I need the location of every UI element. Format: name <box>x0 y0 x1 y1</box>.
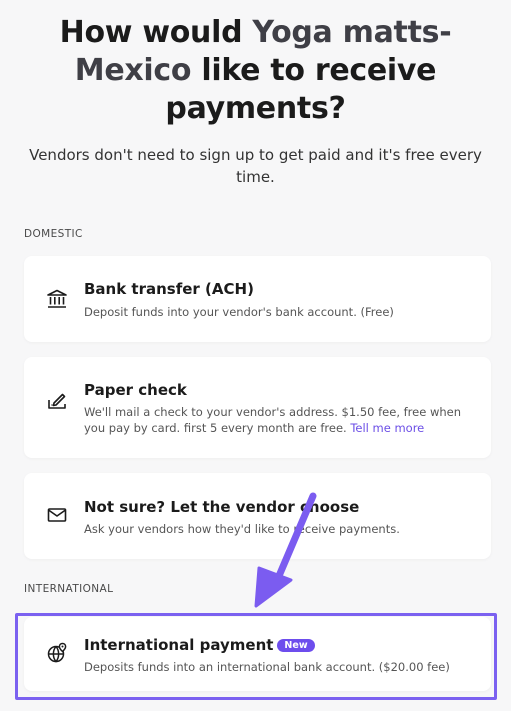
international-description: Deposits funds into an international ban… <box>84 660 450 674</box>
vendor-choose-description: Ask your vendors how they'd like to rece… <box>84 522 400 536</box>
option-card-international[interactable]: International payment New Deposits funds … <box>24 617 491 691</box>
ach-title: Bank transfer (ACH) <box>84 280 254 298</box>
page-subtitle: Vendors don't need to sign up to get pai… <box>29 146 482 186</box>
option-card-vendor-choose[interactable]: Not sure? Let the vendor choose Ask your… <box>24 473 491 559</box>
option-card-ach[interactable]: Bank transfer (ACH) Deposit funds into y… <box>24 256 491 342</box>
new-badge: New <box>277 639 315 652</box>
ach-description: Deposit funds into your vendor's bank ac… <box>84 305 394 319</box>
vendor-choose-title: Not sure? Let the vendor choose <box>84 498 360 516</box>
paper-check-title: Paper check <box>84 381 187 399</box>
page-heading: How would Yoga matts-Mexico like to rece… <box>20 14 491 128</box>
paper-check-description: We'll mail a check to your vendor's addr… <box>84 404 469 436</box>
globe-location-icon <box>46 642 68 664</box>
heading-prefix: How would <box>59 15 253 50</box>
check-pen-icon <box>46 389 68 411</box>
heading-suffix: like to receive payments? <box>165 53 437 126</box>
option-card-paper-check[interactable]: Paper check We'll mail a check to your v… <box>24 357 491 458</box>
international-section-label: INTERNATIONAL <box>24 583 114 595</box>
bank-icon <box>46 288 68 310</box>
international-title-row: International payment New <box>84 635 315 655</box>
tell-me-more-link[interactable]: Tell me more <box>350 421 424 435</box>
envelope-icon <box>46 504 68 526</box>
domestic-section-label: DOMESTIC <box>24 228 83 240</box>
international-title: International payment <box>84 636 274 654</box>
